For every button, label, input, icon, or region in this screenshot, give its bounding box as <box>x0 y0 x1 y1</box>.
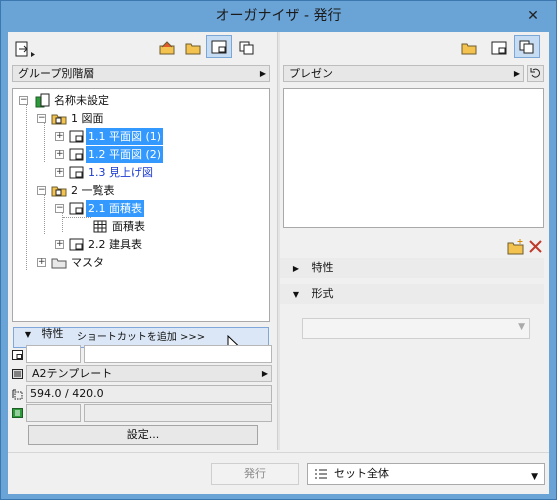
view-mode-label: グループ別階層 <box>18 67 95 80</box>
tree-label-layout-1-3: 1.3 見上げ図 <box>88 166 153 179</box>
right-properties-section[interactable]: ▶ 特性 <box>280 258 544 278</box>
layout-icon <box>69 238 84 251</box>
schedule-table-icon <box>93 220 107 233</box>
right-properties-label: 特性 <box>311 261 334 274</box>
collapse-icon[interactable]: − <box>37 114 46 123</box>
tree-label-masters: マスタ <box>71 256 104 269</box>
publish-scope-label: セット全体 <box>334 467 389 480</box>
tree-label-layout-1-1: 1.1 平面図 (1) <box>86 128 164 145</box>
refresh-icon <box>530 68 540 78</box>
tree-label-layout-2-2: 2.2 建具表 <box>88 238 142 251</box>
settings-button[interactable]: 設定... <box>28 425 258 445</box>
master-layout-icon <box>12 369 23 379</box>
size-icon <box>12 389 23 400</box>
publisher-set-dropdown[interactable]: プレゼン ▶ <box>283 65 524 82</box>
subset-folder-icon <box>51 114 67 125</box>
format-label: 形式 <box>311 287 334 300</box>
chevron-down-icon: ▼ <box>518 322 525 332</box>
right-layout-book-button[interactable] <box>486 36 512 59</box>
layout-book-button[interactable] <box>206 35 232 58</box>
format-select: ▼ <box>302 318 530 339</box>
view-map-button[interactable] <box>180 36 206 59</box>
new-folder-icon <box>507 239 524 255</box>
tree-label-root: 名称未設定 <box>54 94 109 107</box>
left-properties-label: 特性 <box>41 327 64 340</box>
publisher-items-list[interactable] <box>283 88 544 228</box>
master-folder-icon <box>51 258 67 269</box>
triangle-down-icon: ▼ <box>292 290 300 299</box>
master-template-label: A2テンプレート <box>32 367 113 380</box>
publisher-set-label: プレゼン <box>289 67 333 80</box>
right-publisher-sets-button[interactable] <box>514 35 540 58</box>
layout-icon <box>69 202 84 215</box>
right-pane: プレゼン ▶ ▶ 特性 ▼ 形式 ▼ <box>280 32 549 450</box>
publisher-sets-button[interactable] <box>234 36 260 59</box>
collapse-icon[interactable]: − <box>19 96 28 105</box>
view-mode-dropdown[interactable]: グループ別階層 ▶ <box>12 65 270 82</box>
delete-button[interactable] <box>527 238 544 255</box>
layout-book-icon <box>491 41 507 54</box>
format-section[interactable]: ▼ 形式 <box>280 284 544 304</box>
chevron-down-icon: ▼ <box>531 472 538 482</box>
publish-button[interactable]: 発行 <box>211 463 299 485</box>
folder-icon <box>185 43 201 54</box>
layout-id-field[interactable] <box>26 345 81 363</box>
project-root-icon <box>35 93 50 108</box>
title-bar: オーガナイザ - 発行 ✕ <box>1 1 556 31</box>
layout-icon <box>69 166 84 179</box>
collapse-icon[interactable]: − <box>55 204 64 213</box>
triangle-down-icon: ▼ <box>24 330 32 339</box>
expand-icon[interactable]: + <box>37 258 46 267</box>
tree-label-subset-1: 1 図面 <box>71 112 104 125</box>
publisher-icon <box>519 40 534 53</box>
layout-name-field[interactable] <box>84 345 272 363</box>
layout-size-field: 594.0 / 420.0 <box>26 385 272 403</box>
project-map-icon <box>159 40 175 54</box>
layout-tree[interactable]: − 名称未設定 − 1 図面 + 1.1 平面図 (1) + 1.2 平面図 (… <box>12 88 270 322</box>
folder-icon <box>461 43 477 54</box>
close-button[interactable]: ✕ <box>524 7 542 25</box>
refresh-button[interactable] <box>527 65 544 82</box>
tree-label-subset-2: 2 一覧表 <box>71 184 115 197</box>
publish-scope-select[interactable]: セット全体 ▼ <box>307 463 545 485</box>
delete-icon <box>529 240 542 253</box>
left-properties-header[interactable]: ▼ 特性 <box>22 324 64 343</box>
publish-settings-button[interactable] <box>13 37 39 60</box>
master-template-dropdown[interactable]: A2テンプレート ▶ <box>26 365 272 382</box>
layout-icon <box>69 148 84 161</box>
triangle-right-icon: ▶ <box>292 264 300 273</box>
expand-icon[interactable]: + <box>55 240 64 249</box>
project-tree-button[interactable] <box>154 36 180 59</box>
tree-label-layout-2-1: 2.1 面積表 <box>86 200 144 217</box>
expand-icon[interactable]: + <box>55 150 64 159</box>
expand-icon[interactable]: + <box>55 132 64 141</box>
tree-label-drawing: 面積表 <box>112 220 145 233</box>
layout-id-icon <box>12 350 23 360</box>
publish-icon <box>15 41 35 57</box>
expand-icon[interactable]: + <box>55 168 64 177</box>
revision-id-field <box>26 404 81 422</box>
list-icon <box>315 469 327 479</box>
chevron-right-icon: ▶ <box>513 69 520 78</box>
collapse-icon[interactable]: − <box>37 186 46 195</box>
client-area: グループ別階層 ▶ − 名称未設定 − 1 図面 + 1.1 平面図 (1) +… <box>8 32 549 494</box>
chevron-right-icon: ▶ <box>259 69 266 78</box>
revision-icon <box>12 408 23 418</box>
tree-label-layout-1-2: 1.2 平面図 (2) <box>86 146 164 163</box>
layout-icon <box>69 130 84 143</box>
organizer-window: オーガナイザ - 発行 ✕ グループ別階層 ▶ − 名称未設定 − 1 図面 +… <box>0 0 557 500</box>
window-title: オーガナイザ - 発行 <box>215 8 342 24</box>
right-view-map-button[interactable] <box>456 36 482 59</box>
chevron-right-icon: ▶ <box>261 369 268 378</box>
subset-folder-icon <box>51 186 67 197</box>
new-folder-button[interactable] <box>507 238 524 255</box>
layout-book-icon <box>211 40 227 53</box>
revision-name-field <box>84 404 272 422</box>
bottom-bar: 発行 セット全体 ▼ <box>8 452 549 494</box>
publisher-icon <box>239 41 254 54</box>
